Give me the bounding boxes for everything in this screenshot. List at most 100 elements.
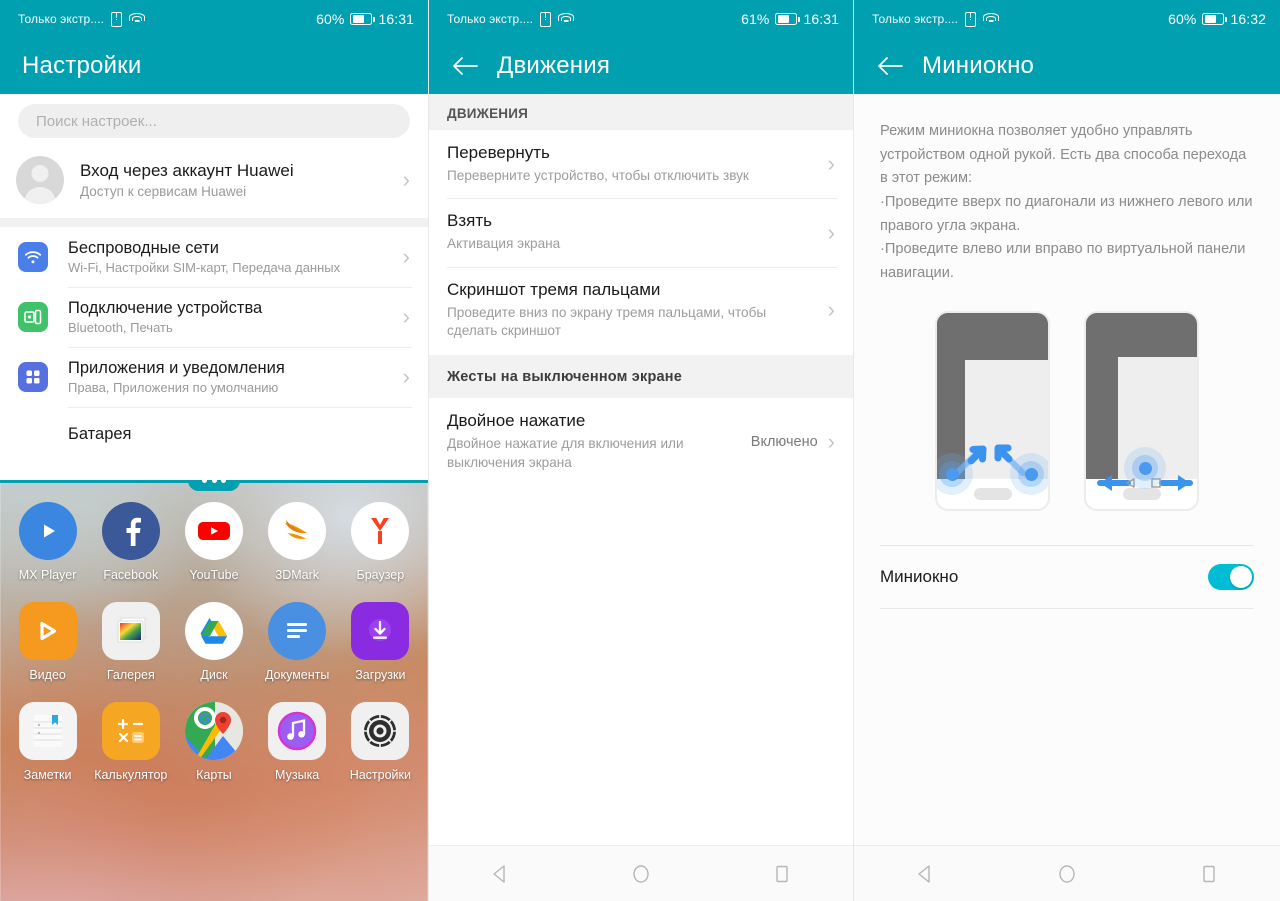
list-item[interactable]: Двойное нажатие Двойное нажатие для вклю…	[429, 398, 853, 485]
app-gallery[interactable]: Галерея	[94, 602, 168, 682]
touch-point-right	[1010, 453, 1048, 496]
battery-icon	[775, 13, 801, 25]
facebook-icon	[101, 502, 160, 560]
chevron-right-icon: ›	[402, 167, 410, 192]
mini-window-content: Режим миниокна позволяет удобно управлят…	[854, 94, 1280, 901]
chevron-right-icon: ›	[827, 297, 835, 323]
section-header-screen-off-gestures: Жесты на выключенном экране	[429, 355, 853, 399]
app-label: Загрузки	[355, 668, 406, 682]
item-title: Приложения и уведомления	[68, 359, 285, 377]
app-youtube[interactable]: YouTube	[177, 502, 251, 582]
app-label: Галерея	[106, 668, 155, 682]
navigation-bar	[854, 845, 1280, 901]
app-bar: Миниокно	[854, 38, 1280, 94]
device-connect-icon	[18, 302, 48, 332]
item-title: Батарея	[68, 424, 132, 443]
back-triangle-icon[interactable]	[890, 854, 960, 894]
app-notes[interactable]: Заметки	[11, 702, 85, 782]
app-yandex-browser[interactable]: Браузер	[343, 502, 417, 582]
sidebar-item-apps[interactable]: Приложения и уведомления Права, Приложен…	[0, 347, 428, 407]
list-item[interactable]: Взять Активация экрана ›	[429, 198, 853, 266]
huawei-account-row[interactable]: Вход через аккаунт Huawei Доступ к серви…	[0, 146, 428, 218]
app-row: Заметки Калькулятор G Карты Музыка Настр…	[0, 702, 428, 782]
app-facebook[interactable]: Facebook	[94, 502, 168, 582]
back-arrow-icon[interactable]	[868, 44, 912, 88]
back-triangle-icon[interactable]	[36, 893, 106, 901]
navigation-bar	[429, 845, 853, 901]
app-music[interactable]: Музыка	[260, 702, 334, 782]
google-docs-icon	[268, 602, 327, 660]
app-label: Документы	[264, 668, 330, 682]
item-subtitle: Переверните устройство, чтобы отключить …	[447, 168, 749, 183]
app-google-drive[interactable]: Диск	[177, 602, 251, 682]
app-3dmark[interactable]: 3DMark	[260, 502, 334, 582]
app-label: Заметки	[23, 768, 72, 782]
back-arrow-icon[interactable]	[443, 44, 487, 88]
list-item[interactable]: Перевернуть Переверните устройство, чтоб…	[429, 130, 853, 198]
app-downloads[interactable]: Загрузки	[343, 602, 417, 682]
home-circle-icon[interactable]	[179, 893, 249, 901]
mini-window-toggle-row[interactable]: Миниокно	[880, 545, 1254, 610]
clock-label: 16:31	[378, 11, 414, 27]
chevron-right-icon: ›	[827, 151, 835, 177]
search-input[interactable]: Поиск настроек...	[18, 104, 410, 138]
avatar	[16, 156, 64, 204]
gallery-icon	[101, 602, 160, 660]
app-label: Видео	[29, 668, 66, 682]
svg-text:G: G	[199, 710, 211, 727]
sidebar-item-device-connect[interactable]: Подключение устройства Bluetooth, Печать…	[0, 287, 428, 347]
item-value: Включено	[750, 433, 818, 450]
app-settings[interactable]: Настройки	[343, 702, 417, 782]
home-circle-icon[interactable]	[1032, 854, 1102, 894]
calculator-icon	[101, 702, 160, 760]
app-calculator[interactable]: Калькулятор	[94, 702, 168, 782]
status-bar-right: 60% 16:32	[1168, 11, 1266, 27]
app-label: Facebook	[103, 568, 159, 582]
settings-list: Поиск настроек... Вход через аккаунт Hua…	[0, 94, 428, 901]
mini-window-switch[interactable]	[1208, 564, 1254, 591]
status-bar: Только экстр.... 60% 16:31	[0, 0, 428, 38]
battery-percent-label: 60%	[1168, 11, 1197, 27]
app-label: Браузер	[356, 568, 405, 582]
app-video[interactable]: Видео	[11, 602, 85, 682]
item-title: Двойное нажатие	[447, 411, 586, 431]
recents-square-icon[interactable]	[1174, 854, 1244, 894]
item-text: Двойное нажатие Двойное нажатие для вклю…	[447, 411, 751, 472]
app-google-docs[interactable]: Документы	[260, 602, 334, 682]
chevron-right-icon: ›	[402, 244, 410, 269]
sim-alert-icon	[965, 10, 977, 27]
back-triangle-icon[interactable]	[465, 854, 535, 894]
section-divider	[0, 218, 428, 227]
notification-pill[interactable]	[188, 480, 240, 491]
wifi-icon	[983, 12, 1000, 26]
home-circle-icon[interactable]	[606, 854, 676, 894]
google-maps-icon: G	[184, 702, 243, 760]
item-subtitle: Активация экрана	[447, 236, 561, 252]
downloads-icon	[351, 602, 410, 660]
carrier-label: Только экстр....	[872, 12, 959, 26]
3dmark-icon	[268, 502, 327, 560]
item-subtitle: Wi-Fi, Настройки SIM-карт, Передача данн…	[68, 260, 341, 275]
item-title: Взять	[447, 211, 492, 231]
app-mx-player[interactable]: MX Player	[11, 502, 85, 582]
app-google-maps[interactable]: G Карты	[177, 702, 251, 782]
item-text: Скриншот тремя пальцами Проведите вниз п…	[447, 280, 828, 341]
carrier-label: Только экстр....	[447, 12, 534, 26]
sim-alert-icon	[540, 10, 552, 27]
app-label: Музыка	[275, 768, 320, 782]
item-text: Взять Активация экрана	[447, 211, 828, 253]
chevron-right-icon: ›	[402, 364, 410, 389]
motions-list: ДВИЖЕНИЯ Перевернуть Переверните устройс…	[429, 94, 853, 901]
description-text: Режим миниокна позволяет удобно управлят…	[880, 123, 1253, 281]
page-title: Движения	[497, 52, 611, 79]
account-subtitle: Доступ к сервисам Huawei	[80, 184, 247, 199]
sidebar-item-battery[interactable]: Батарея	[0, 407, 428, 451]
sidebar-item-wireless[interactable]: Беспроводные сети Wi-Fi, Настройки SIM-к…	[0, 227, 428, 287]
list-item[interactable]: Скриншот тремя пальцами Проведите вниз п…	[429, 266, 853, 356]
item-text: Подключение устройства Bluetooth, Печать	[68, 299, 262, 335]
app-label: Настройки	[349, 768, 411, 782]
item-text: Батарея	[68, 425, 131, 444]
recents-square-icon[interactable]	[747, 854, 817, 894]
recents-icon[interactable]	[322, 893, 392, 901]
account-title: Вход через аккаунт Huawei	[80, 161, 294, 180]
